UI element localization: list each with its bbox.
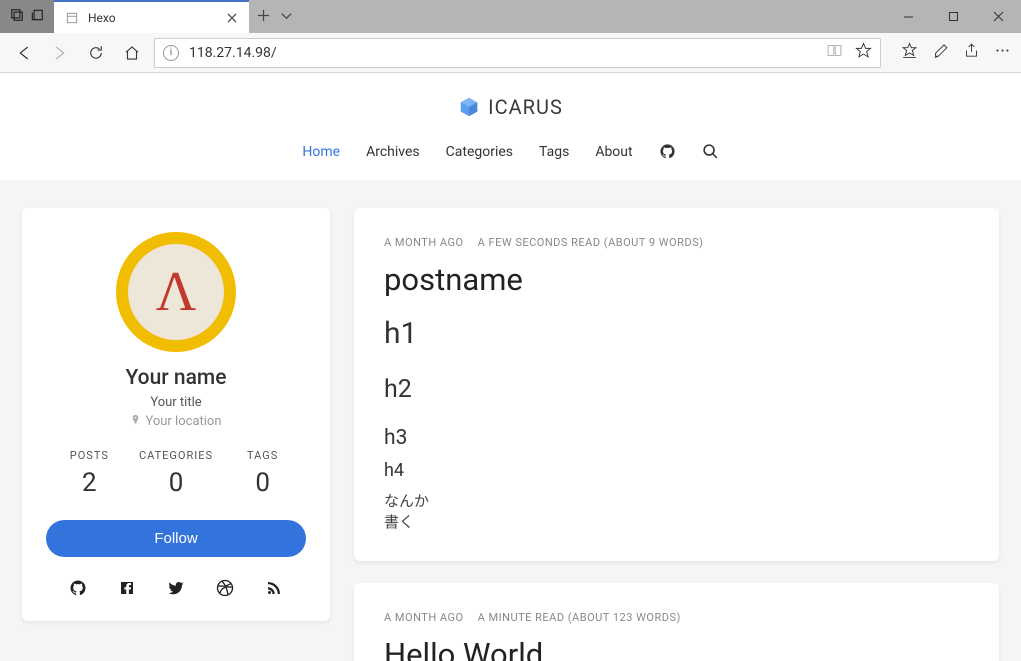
info-icon[interactable]: i xyxy=(163,45,179,61)
stat-tags-value: 0 xyxy=(219,468,306,498)
set-aside-tabs-icon[interactable] xyxy=(30,7,44,26)
content: Λ Your name Your title Your location POS… xyxy=(0,180,1021,661)
page-viewport: ICARUS Home Archives Categories Tags Abo… xyxy=(0,73,1021,661)
post-read: A FEW SECONDS READ (ABOUT 9 WORDS) xyxy=(478,236,704,249)
stat-categories-label: CATEGORIES xyxy=(133,449,220,462)
nav-about[interactable]: About xyxy=(595,144,632,160)
nav-tags[interactable]: Tags xyxy=(539,144,569,160)
twitter-icon[interactable] xyxy=(167,579,185,597)
addr-right xyxy=(826,42,872,63)
tab-strip: Hexo xyxy=(54,0,249,33)
browser-chrome: Hexo i 118.27.14.98/ xyxy=(0,0,1021,73)
tab-actions xyxy=(249,0,301,33)
stat-posts-label: POSTS xyxy=(46,449,133,462)
stat-posts[interactable]: POSTS 2 xyxy=(46,449,133,498)
favorites-bar-icon[interactable] xyxy=(901,42,918,63)
avatar-inner: Λ xyxy=(128,244,224,340)
location-pin-icon xyxy=(130,414,141,429)
close-icon[interactable] xyxy=(225,11,239,25)
stat-posts-value: 2 xyxy=(46,468,133,498)
titlebar: Hexo xyxy=(0,0,1021,33)
dribbble-icon[interactable] xyxy=(216,579,234,597)
stat-categories-value: 0 xyxy=(133,468,220,498)
toolbar-right-icons xyxy=(889,42,1011,63)
avatar-letter: Λ xyxy=(156,260,197,324)
github-icon[interactable] xyxy=(69,579,87,597)
author-name: Your name xyxy=(46,366,306,390)
brand-logo-icon xyxy=(458,96,480,118)
post-title[interactable]: postname xyxy=(384,261,969,298)
social-links xyxy=(46,579,306,597)
post-date[interactable]: A MONTH AGO xyxy=(384,611,464,624)
nav-categories[interactable]: Categories xyxy=(446,144,513,160)
page-scroll[interactable]: ICARUS Home Archives Categories Tags Abo… xyxy=(0,73,1021,661)
home-button[interactable] xyxy=(118,39,146,67)
post-h2: h2 xyxy=(384,375,969,404)
avatar-wrap: Λ xyxy=(46,232,306,352)
post-meta: A MONTH AGO A FEW SECONDS READ (ABOUT 9 … xyxy=(384,236,969,249)
brand[interactable]: ICARUS xyxy=(0,95,1021,119)
more-icon[interactable] xyxy=(994,42,1011,63)
avatar: Λ xyxy=(116,232,236,352)
reading-view-icon[interactable] xyxy=(826,42,843,63)
search-icon[interactable] xyxy=(702,143,719,160)
location-text: Your location xyxy=(145,414,221,429)
favorite-icon[interactable] xyxy=(855,42,872,63)
post-h4: h4 xyxy=(384,460,969,481)
browser-tab[interactable]: Hexo xyxy=(54,0,249,33)
nav-home[interactable]: Home xyxy=(302,144,340,160)
profile-stats: POSTS 2 CATEGORIES 0 TAGS 0 xyxy=(46,449,306,498)
post-title[interactable]: Hello World xyxy=(384,636,969,661)
close-window-button[interactable] xyxy=(976,0,1021,33)
rss-icon[interactable] xyxy=(265,579,283,597)
post-meta: A MONTH AGO A MINUTE READ (ABOUT 123 WOR… xyxy=(384,611,969,624)
post-h1: h1 xyxy=(384,316,969,351)
maximize-button[interactable] xyxy=(931,0,976,33)
url-text: 118.27.14.98/ xyxy=(189,45,816,61)
facebook-icon[interactable] xyxy=(118,579,136,597)
stat-tags-label: TAGS xyxy=(219,449,306,462)
author-location: Your location xyxy=(46,414,306,429)
post-date[interactable]: A MONTH AGO xyxy=(384,236,464,249)
window-controls xyxy=(886,0,1021,33)
post-card: A MONTH AGO A MINUTE READ (ABOUT 123 WOR… xyxy=(354,583,999,661)
post-read: A MINUTE READ (ABOUT 123 WORDS) xyxy=(478,611,681,624)
stat-categories[interactable]: CATEGORIES 0 xyxy=(133,449,220,498)
author-title: Your title xyxy=(46,395,306,410)
main-column: A MONTH AGO A FEW SECONDS READ (ABOUT 9 … xyxy=(354,208,999,661)
navbar: Home Archives Categories Tags About xyxy=(0,143,1021,180)
back-button[interactable] xyxy=(10,39,38,67)
address-bar[interactable]: i 118.27.14.98/ xyxy=(154,38,881,68)
post-line1: なんか xyxy=(384,491,969,512)
profile-card: Λ Your name Your title Your location POS… xyxy=(22,208,330,621)
tab-title: Hexo xyxy=(88,11,217,25)
sidebar: Λ Your name Your title Your location POS… xyxy=(22,208,330,621)
post-line2: 書く xyxy=(384,512,969,533)
notes-icon[interactable] xyxy=(932,42,949,63)
post-h3: h3 xyxy=(384,426,969,450)
tab-pre-buttons xyxy=(0,0,54,33)
recent-tabs-icon[interactable] xyxy=(10,7,24,26)
github-icon[interactable] xyxy=(659,143,676,160)
nav-archives[interactable]: Archives xyxy=(366,144,420,160)
refresh-button[interactable] xyxy=(82,39,110,67)
share-icon[interactable] xyxy=(963,42,980,63)
post-card: A MONTH AGO A FEW SECONDS READ (ABOUT 9 … xyxy=(354,208,999,561)
stat-tags[interactable]: TAGS 0 xyxy=(219,449,306,498)
brand-text: ICARUS xyxy=(488,95,563,119)
forward-button[interactable] xyxy=(46,39,74,67)
follow-button[interactable]: Follow xyxy=(46,520,306,557)
new-tab-icon[interactable] xyxy=(257,7,270,26)
minimize-button[interactable] xyxy=(886,0,931,33)
site-header: ICARUS Home Archives Categories Tags Abo… xyxy=(0,73,1021,180)
tab-favicon-icon xyxy=(64,10,80,26)
chevron-down-icon[interactable] xyxy=(280,7,293,26)
browser-toolbar: i 118.27.14.98/ xyxy=(0,33,1021,73)
